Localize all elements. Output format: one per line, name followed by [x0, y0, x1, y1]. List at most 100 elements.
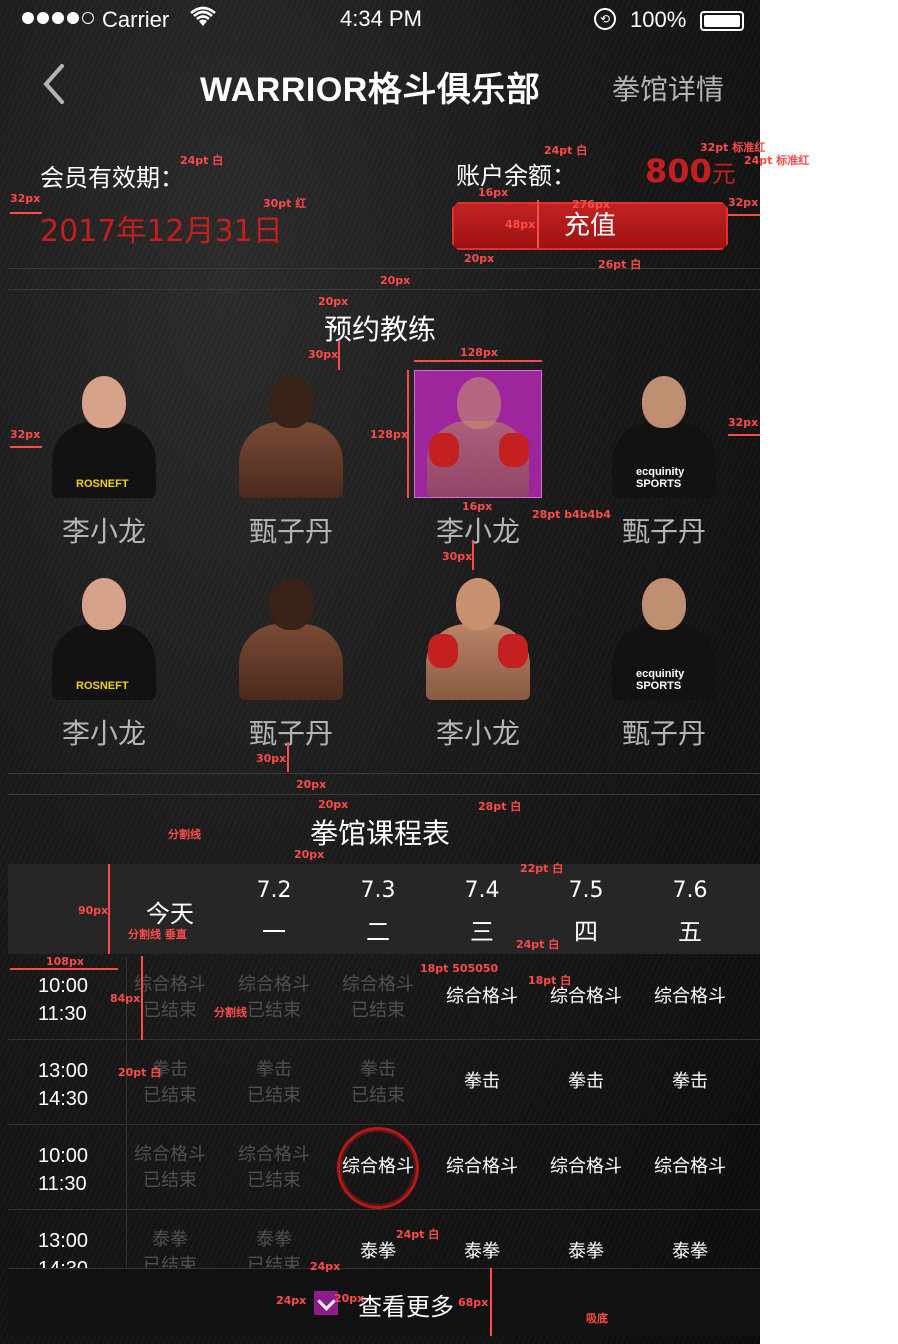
- coach-photo: ROSNEFT: [40, 370, 168, 498]
- spec-label: 48px: [505, 218, 536, 231]
- spec-label: 24pt 白: [544, 144, 588, 157]
- balance-amount: 800: [645, 152, 712, 190]
- spec-label: 32px: [10, 192, 41, 205]
- spec-label: 30px: [256, 752, 287, 765]
- spec-label: 20px: [318, 295, 349, 308]
- spec-line: [108, 864, 110, 954]
- course-cell-ended: 综合格斗 已结束: [342, 974, 414, 1021]
- view-more-bar[interactable]: 查看更多: [8, 1268, 760, 1336]
- spec-line: [407, 370, 409, 498]
- spec-label: 20px: [318, 798, 349, 811]
- battery-icon: [700, 11, 744, 31]
- spec-label: 分割线 垂直: [128, 928, 187, 941]
- section-divider: [8, 268, 760, 269]
- course-cell[interactable]: 泰拳: [430, 1239, 534, 1265]
- validity-value: 2017年12月31日: [40, 214, 283, 249]
- course-cell[interactable]: 泰拳: [326, 1239, 430, 1265]
- coach-card-selected[interactable]: 李小龙: [414, 370, 542, 548]
- spec-label: 16px: [462, 500, 493, 513]
- course-cell[interactable]: 综合格斗: [638, 1154, 742, 1180]
- coach-photo: [227, 572, 355, 700]
- spec-label: 30px: [308, 348, 339, 361]
- carrier-name: Carrier: [102, 7, 170, 32]
- section-divider: [8, 794, 760, 795]
- balance-unit: 元: [711, 160, 736, 188]
- coach-card[interactable]: ecquinity SPORTS 甄子丹: [600, 370, 728, 548]
- course-cell[interactable]: 泰拳: [638, 1239, 742, 1265]
- spec-line: [728, 214, 760, 216]
- view-more-label: 查看更多: [358, 1293, 454, 1321]
- spec-label: 20px: [464, 252, 495, 265]
- spec-label: 68px: [458, 1296, 489, 1309]
- spec-label: 32px: [10, 428, 41, 441]
- spec-label: 24pt 标准红: [744, 154, 810, 167]
- coach-card[interactable]: ROSNEFT 李小龙: [40, 572, 168, 750]
- spec-line: [537, 200, 539, 248]
- coach-name: 甄子丹: [621, 717, 706, 750]
- course-cell-ended: 拳击 已结束: [351, 1059, 405, 1106]
- spec-label: 90px: [78, 904, 109, 917]
- course-cell[interactable]: 综合格斗: [430, 984, 534, 1010]
- spec-label: 吸底: [586, 1312, 608, 1325]
- coach-photo: ROSNEFT: [40, 572, 168, 700]
- spec-label: 20px: [334, 1292, 365, 1305]
- spec-label: 128px: [370, 428, 408, 441]
- coach-photo: [414, 370, 542, 498]
- course-cell[interactable]: 综合格斗: [430, 1154, 534, 1180]
- coach-photo: [414, 572, 542, 700]
- coach-card[interactable]: 甄子丹: [227, 572, 355, 750]
- spec-label: 28pt b4b4b4: [532, 508, 611, 521]
- spec-label: 32px: [728, 196, 759, 209]
- coach-card[interactable]: 李小龙: [414, 572, 542, 750]
- spec-label: 20px: [296, 778, 327, 791]
- course-cell[interactable]: 综合格斗: [534, 1154, 638, 1180]
- spec-line: [10, 446, 42, 448]
- course-cell-ended: 拳击 已结束: [247, 1059, 301, 1106]
- chevron-left-icon: [43, 64, 64, 104]
- schedule-row: 10:00 11:30 综合格斗 已结束 综合格斗 已结束 综合格斗 综合格斗 综合格斗 综合格斗: [8, 1126, 760, 1210]
- course-cell[interactable]: 拳击: [638, 1069, 742, 1095]
- time-slot: 10:00 11:30: [38, 1145, 89, 1195]
- spec-label: 276px: [572, 198, 610, 211]
- coach-card[interactable]: ROSNEFT 李小龙: [40, 370, 168, 548]
- spec-label: 26pt 白: [598, 258, 642, 271]
- coach-name: 李小龙: [61, 515, 146, 548]
- phone-screen: Carrier 4:34 PM ⟲ 100% WARRIOR格斗俱乐部 拳馆详情…: [0, 0, 760, 1344]
- spec-label: 84px: [110, 992, 141, 1005]
- coach-card[interactable]: 甄子丹: [227, 370, 355, 548]
- course-cell[interactable]: 泰拳: [534, 1239, 638, 1265]
- gym-details-link[interactable]: 拳馆详情: [612, 68, 724, 108]
- selected-course-ring: [337, 1127, 419, 1209]
- spec-line: [472, 540, 474, 570]
- spec-label: 24pt 白: [180, 154, 224, 167]
- battery-percent: 100%: [630, 7, 687, 32]
- spec-label: 分割线: [214, 1006, 247, 1019]
- spec-label: 24pt 白: [516, 938, 560, 951]
- coach-card[interactable]: ecquinity SPORTS 甄子丹: [600, 572, 728, 750]
- coach-name: 李小龙: [61, 717, 146, 750]
- spec-label: 128px: [460, 346, 498, 359]
- spec-line: [141, 956, 143, 1040]
- coach-name: 甄子丹: [248, 717, 333, 750]
- spec-label: 24px: [310, 1260, 341, 1273]
- clock: 4:34 PM: [340, 6, 422, 31]
- spec-label: 16px: [478, 186, 509, 199]
- time-slot: 10:00 11:30: [38, 975, 89, 1025]
- spec-label: 30pt 红: [263, 197, 307, 210]
- wifi-icon: [190, 6, 216, 34]
- back-button[interactable]: [38, 62, 78, 106]
- spec-label: 分割线: [168, 828, 201, 841]
- page-title: WARRIOR格斗俱乐部: [200, 71, 541, 109]
- course-cell[interactable]: 拳击: [534, 1069, 638, 1095]
- spec-line: [490, 1268, 492, 1336]
- spec-line: [338, 340, 340, 370]
- spec-label: 28pt 白: [478, 800, 522, 813]
- course-cell-ended: 综合格斗 已结束: [134, 1144, 206, 1191]
- course-cell[interactable]: 综合格斗: [638, 984, 742, 1010]
- balance-label: 账户余额：: [456, 162, 576, 190]
- spec-line: [414, 360, 542, 362]
- coach-photo: ecquinity SPORTS: [600, 572, 728, 700]
- schedule-row: 13:00 14:30 拳击 已结束 拳击 已结束 拳击 已结束 拳击 拳击 拳击: [8, 1041, 760, 1125]
- rotation-lock-icon: ⟲: [594, 8, 616, 30]
- course-cell[interactable]: 拳击: [430, 1069, 534, 1095]
